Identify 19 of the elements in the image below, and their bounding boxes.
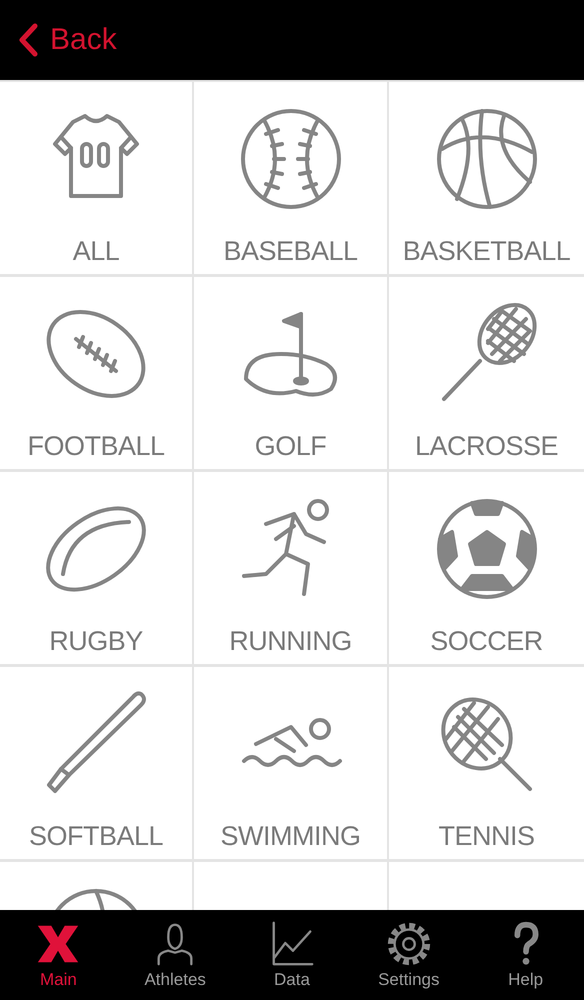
sport-tile[interactable]: GOLF xyxy=(194,277,387,469)
sport-tile[interactable]: SWIMMING xyxy=(194,667,387,859)
tab[interactable]: Help xyxy=(470,910,581,1000)
sport-tile[interactable]: BASEBALL xyxy=(194,82,387,274)
sport-tile[interactable]: BASKETBALL xyxy=(389,82,584,274)
sport-tile[interactable]: SOFTBALL xyxy=(0,667,192,859)
back-button[interactable]: Back xyxy=(14,19,121,61)
sport-tile[interactable]: ALL xyxy=(0,82,192,274)
chevron-left-icon xyxy=(18,23,38,57)
tab[interactable]: Athletes xyxy=(120,910,230,1000)
sport-tile[interactable]: LACROSSE xyxy=(389,277,584,469)
sport-tile[interactable]: RUGBY xyxy=(0,472,192,664)
tab[interactable]: Main xyxy=(3,910,114,1000)
sport-tile[interactable]: RUNNING xyxy=(194,472,387,664)
tab[interactable]: Settings xyxy=(354,910,464,1000)
tab[interactable]: Data xyxy=(236,910,347,1000)
sport-tile[interactable]: SOCCER xyxy=(389,472,584,664)
sport-tile[interactable]: TENNIS xyxy=(389,667,584,859)
sport-tile[interactable]: FOOTBALL xyxy=(0,277,192,469)
